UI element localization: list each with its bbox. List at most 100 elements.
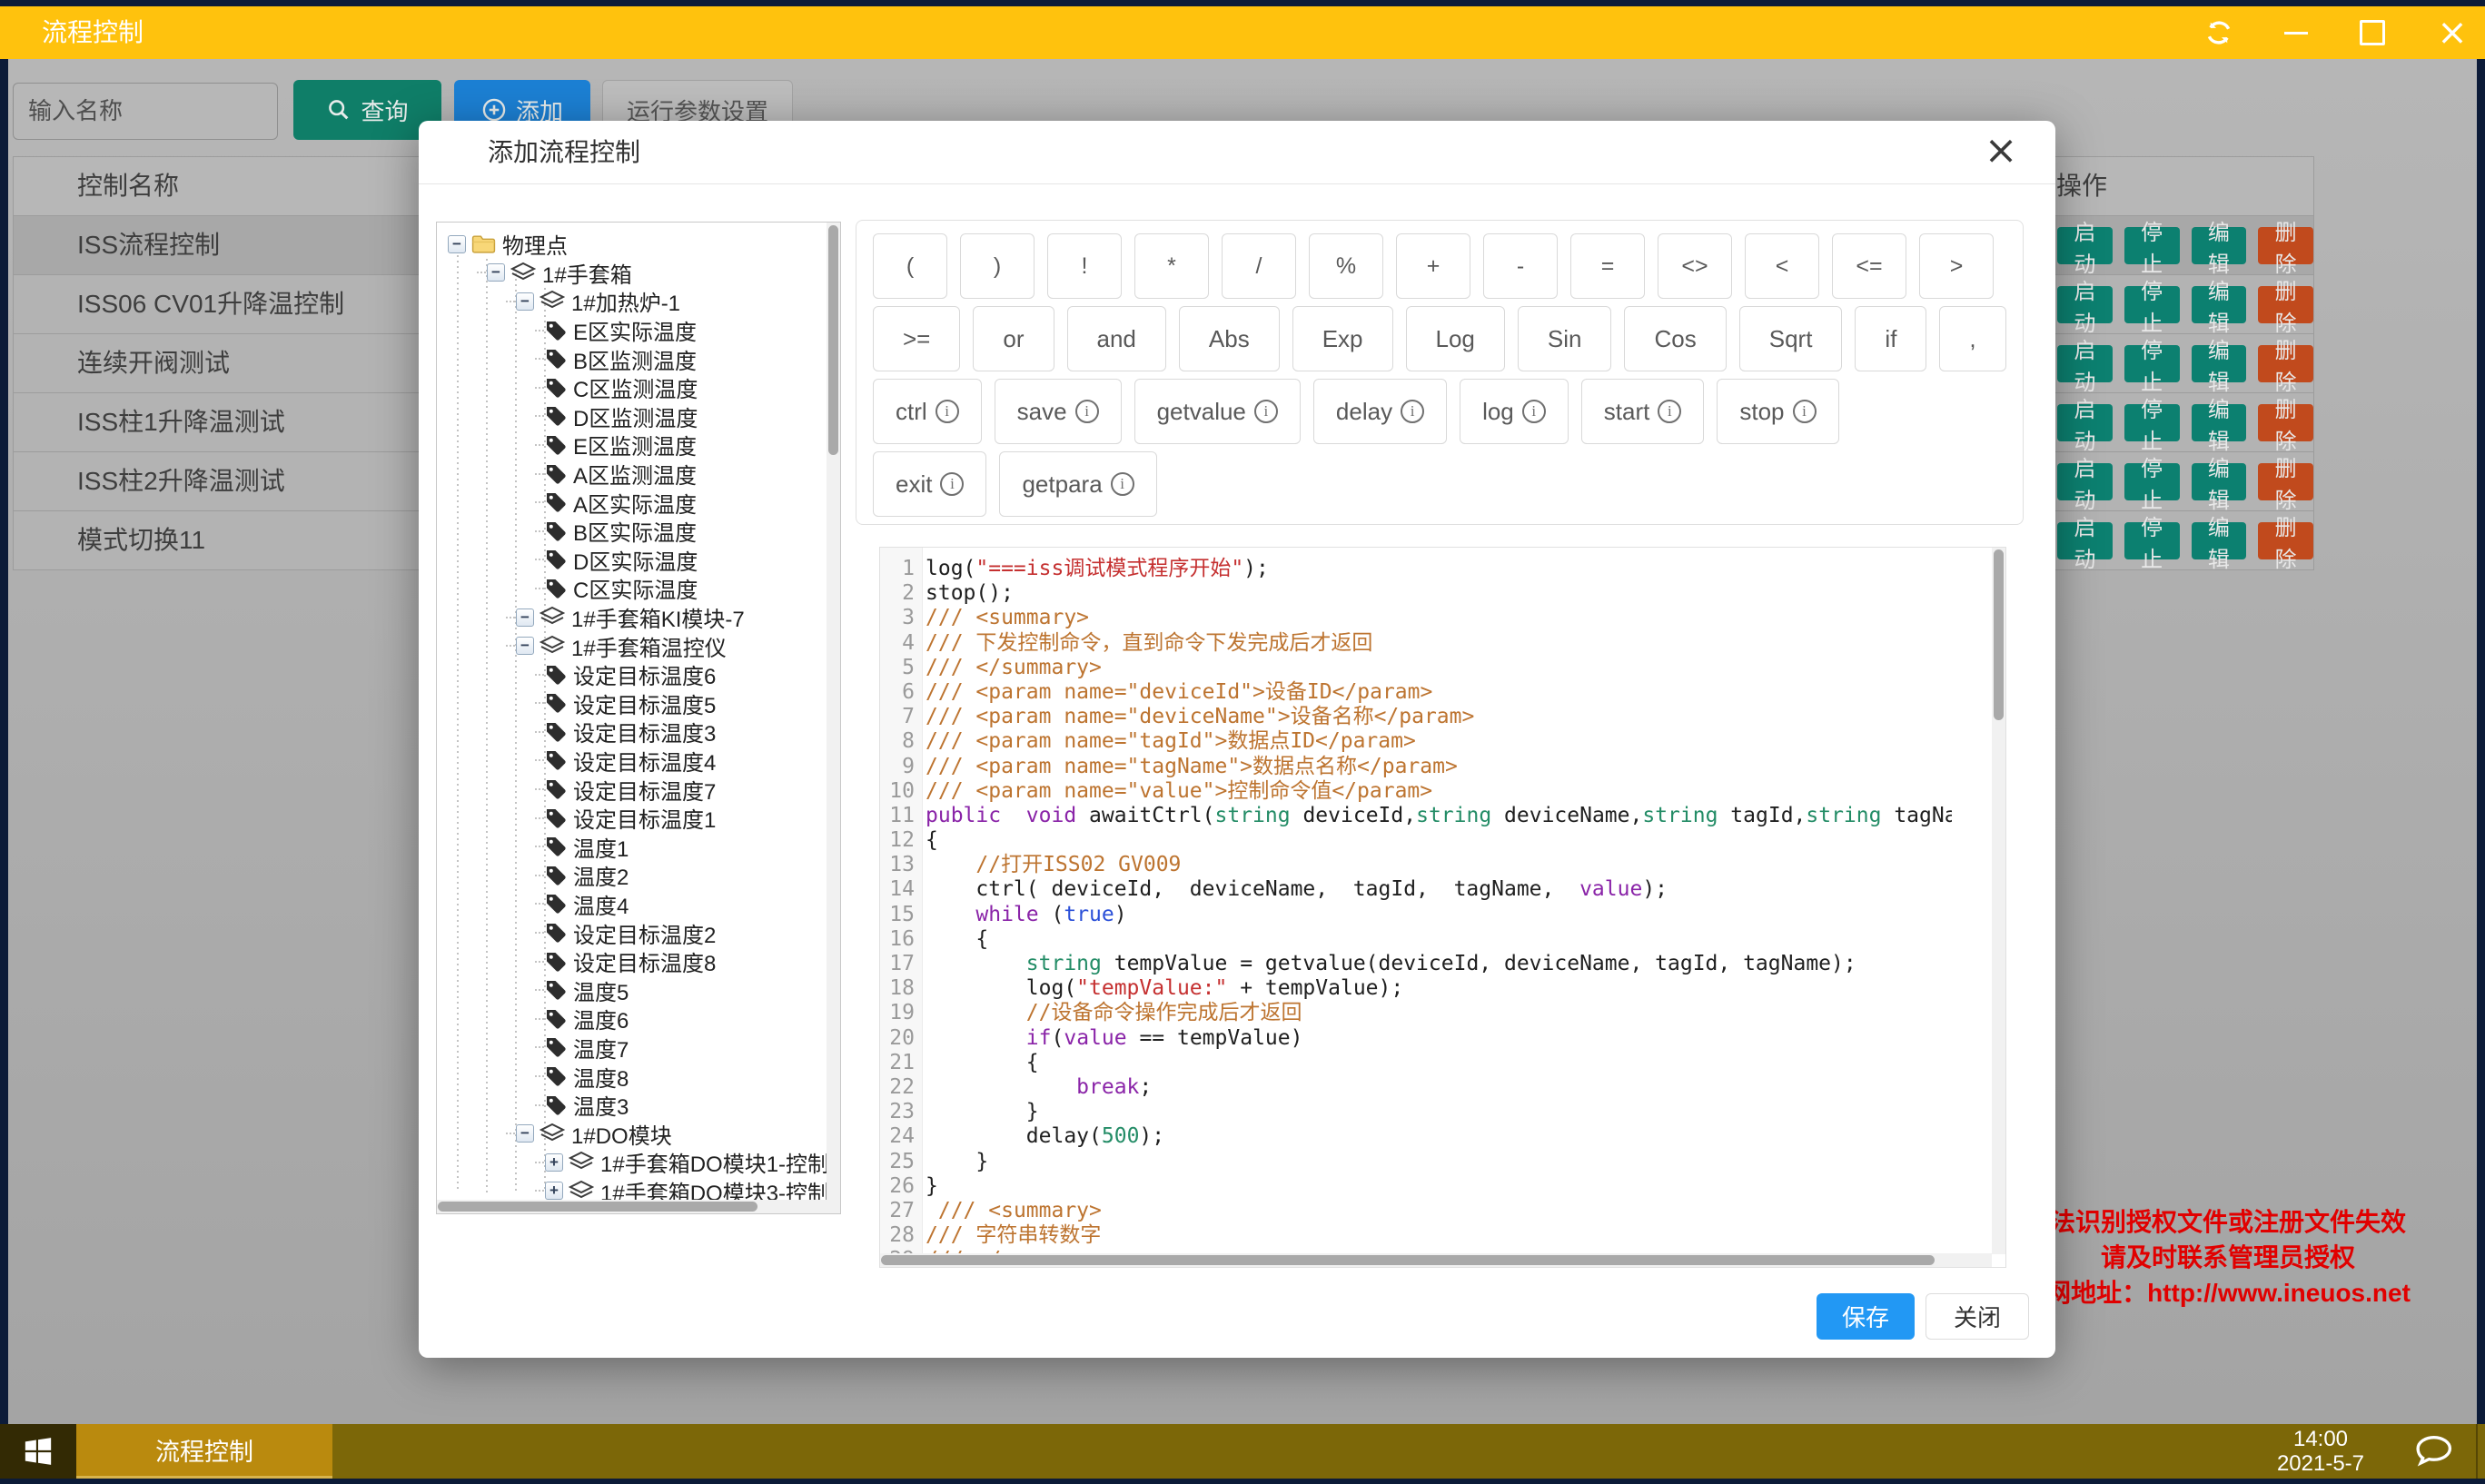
delete-button[interactable]: 删除 — [2258, 463, 2313, 500]
stop-button[interactable]: 停止 — [2124, 227, 2180, 264]
collapse-icon[interactable]: − — [516, 1124, 534, 1143]
tree-node[interactable]: 设定目标温度2 — [437, 918, 827, 947]
operator-button-[interactable]: ( — [873, 233, 947, 299]
tree-node[interactable]: 温度5 — [437, 975, 827, 1004]
collapse-icon[interactable]: − — [516, 292, 534, 311]
delete-button[interactable]: 删除 — [2258, 227, 2313, 264]
maximize-icon[interactable] — [2343, 6, 2401, 59]
tree-node[interactable]: C区实际温度 — [437, 574, 827, 603]
tree-node[interactable]: E区实际温度 — [437, 316, 827, 345]
editor-hscroll-thumb[interactable] — [881, 1255, 1935, 1265]
tree-node[interactable]: −1#手套箱 — [437, 259, 827, 288]
stop-button[interactable]: 停止 — [2124, 286, 2180, 323]
tree-node[interactable]: B区监测温度 — [437, 344, 827, 373]
operator-button-[interactable]: - — [1483, 233, 1558, 299]
tree-node[interactable]: E区监测温度 — [437, 430, 827, 460]
start-button[interactable]: 启动 — [2057, 345, 2113, 382]
edit-button[interactable]: 编辑 — [2192, 286, 2247, 323]
tree-node[interactable]: 设定目标温度7 — [437, 775, 827, 804]
operator-button-stop[interactable]: stopi — [1717, 379, 1838, 444]
show-desktop-divider[interactable] — [2476, 1424, 2478, 1479]
notification-bubble-icon[interactable] — [2412, 1433, 2454, 1474]
operator-button-log[interactable]: logi — [1460, 379, 1569, 444]
delete-button[interactable]: 删除 — [2258, 286, 2313, 323]
operator-button-[interactable]: + — [1396, 233, 1470, 299]
edit-button[interactable]: 编辑 — [2192, 227, 2247, 264]
start-button[interactable] — [0, 1424, 76, 1479]
operator-button-save[interactable]: savei — [995, 379, 1122, 444]
stop-button[interactable]: 停止 — [2124, 404, 2180, 441]
start-button[interactable]: 启动 — [2057, 404, 2113, 441]
close-icon[interactable]: × — [2423, 6, 2481, 59]
tree-node[interactable]: 温度2 — [437, 861, 827, 890]
tree-node[interactable]: −1#手套箱温控仪 — [437, 631, 827, 660]
edit-button[interactable]: 编辑 — [2192, 463, 2247, 500]
tree-node[interactable]: 设定目标温度6 — [437, 660, 827, 689]
start-button[interactable]: 启动 — [2057, 286, 2113, 323]
taskbar-clock[interactable]: 14:00 2021-5-7 — [2262, 1427, 2380, 1476]
edit-button[interactable]: 编辑 — [2192, 404, 2247, 441]
operator-button-[interactable]: < — [1745, 233, 1819, 299]
stop-button[interactable]: 停止 — [2124, 522, 2180, 559]
tree-node[interactable]: D区监测温度 — [437, 402, 827, 431]
operator-button-delay[interactable]: delayi — [1313, 379, 1447, 444]
operator-button-[interactable]: <> — [1658, 233, 1732, 299]
tree-node[interactable]: 温度7 — [437, 1034, 827, 1063]
tree-node[interactable]: A区监测温度 — [437, 460, 827, 489]
minimize-icon[interactable] — [2267, 6, 2325, 59]
collapse-icon[interactable]: − — [516, 608, 534, 627]
delete-button[interactable]: 删除 — [2258, 522, 2313, 559]
stop-button[interactable]: 停止 — [2124, 345, 2180, 382]
tree-node[interactable]: 设定目标温度4 — [437, 747, 827, 776]
operator-button-getvalue[interactable]: getvaluei — [1134, 379, 1301, 444]
operator-button-[interactable]: , — [1939, 306, 2005, 371]
tree-vscroll-thumb[interactable] — [828, 225, 838, 455]
operator-button-Abs[interactable]: Abs — [1179, 306, 1280, 371]
operator-button-[interactable]: ) — [960, 233, 1035, 299]
refresh-icon[interactable] — [2190, 6, 2248, 59]
tree-horizontal-scrollbar[interactable] — [437, 1200, 828, 1213]
edit-button[interactable]: 编辑 — [2192, 345, 2247, 382]
editor-vertical-scrollbar[interactable] — [1992, 548, 2005, 1254]
operator-button-[interactable]: / — [1222, 233, 1296, 299]
start-button[interactable]: 启动 — [2057, 227, 2113, 264]
operator-button-[interactable]: = — [1570, 233, 1645, 299]
tree-node[interactable]: A区实际温度 — [437, 488, 827, 517]
operator-button-[interactable]: >= — [873, 306, 960, 371]
tree-node[interactable]: B区实际温度 — [437, 517, 827, 546]
search-input[interactable] — [13, 83, 278, 140]
tree-node[interactable]: −物理点 — [437, 230, 827, 259]
edit-button[interactable]: 编辑 — [2192, 522, 2247, 559]
close-button[interactable]: 关闭 — [1926, 1293, 2029, 1340]
collapse-icon[interactable]: − — [448, 235, 466, 253]
delete-button[interactable]: 删除 — [2258, 404, 2313, 441]
operator-button-getpara[interactable]: getparai — [999, 451, 1156, 517]
dialog-close-icon[interactable]: × — [1974, 121, 2028, 184]
taskbar-app-process-control[interactable]: 流程控制 — [76, 1424, 332, 1479]
collapse-icon[interactable]: − — [516, 637, 534, 655]
save-button[interactable]: 保存 — [1817, 1293, 1915, 1340]
expand-icon[interactable]: + — [545, 1153, 563, 1172]
tree-node[interactable]: +1#手套箱DO模块1-控制交 — [437, 1148, 827, 1177]
operator-button-Sin[interactable]: Sin — [1518, 306, 1612, 371]
operator-button-or[interactable]: or — [973, 306, 1054, 371]
tree-node[interactable]: 温度1 — [437, 832, 827, 861]
tree-node[interactable]: −1#手套箱KI模块-7 — [437, 603, 827, 632]
tree-vertical-scrollbar[interactable] — [827, 223, 840, 1213]
tree-node[interactable]: 设定目标温度3 — [437, 717, 827, 747]
stop-button[interactable]: 停止 — [2124, 463, 2180, 500]
start-button[interactable]: 启动 — [2057, 522, 2113, 559]
expand-icon[interactable]: + — [545, 1182, 563, 1200]
operator-button-if[interactable]: if — [1855, 306, 1926, 371]
delete-button[interactable]: 删除 — [2258, 345, 2313, 382]
script-editor[interactable]: 1log("===iss调试模式程序开始");2stop();3/// <sum… — [879, 547, 2006, 1268]
operator-button-Log[interactable]: Log — [1406, 306, 1505, 371]
operator-button-and[interactable]: and — [1067, 306, 1166, 371]
operator-button-Exp[interactable]: Exp — [1292, 306, 1393, 371]
operator-button-[interactable]: > — [1919, 233, 1994, 299]
operator-button-start[interactable]: starti — [1581, 379, 1705, 444]
tree-node[interactable]: 温度6 — [437, 1004, 827, 1034]
tree-node[interactable]: 温度8 — [437, 1062, 827, 1091]
operator-button-ctrl[interactable]: ctrli — [873, 379, 982, 444]
editor-horizontal-scrollbar[interactable] — [880, 1253, 1992, 1267]
